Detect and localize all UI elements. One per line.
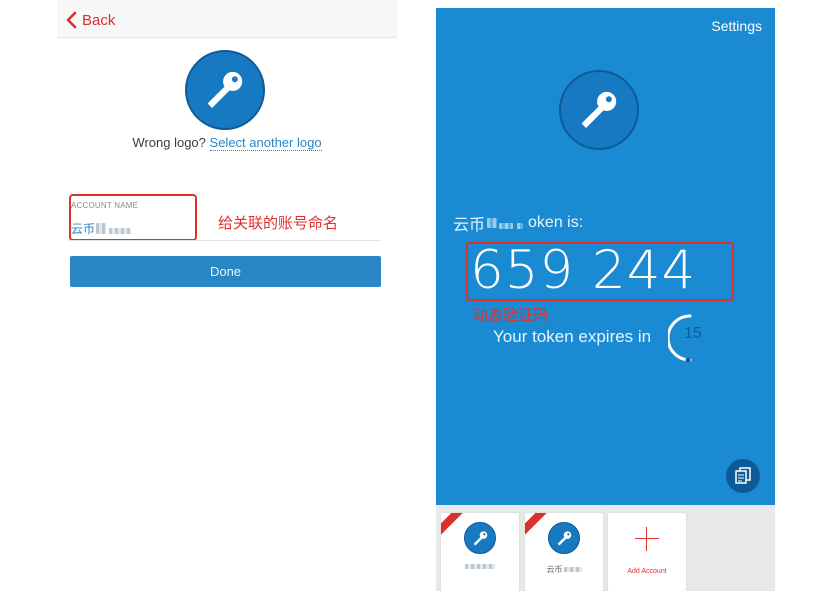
add-account-label: Add Account bbox=[627, 568, 667, 575]
account-card[interactable] bbox=[441, 513, 519, 591]
redacted-text bbox=[563, 567, 582, 572]
redacted-text bbox=[109, 227, 132, 234]
account-card-name: 云币 bbox=[525, 564, 603, 575]
account-logo bbox=[559, 70, 639, 150]
name-account-annotation: 给关联的账号命名 bbox=[218, 215, 339, 232]
account-name-input[interactable]: 云币 bbox=[71, 220, 132, 237]
account-name-label: ACCOUNT NAME bbox=[71, 201, 139, 210]
new-badge bbox=[525, 513, 548, 538]
copy-button[interactable] bbox=[726, 459, 760, 493]
account-card-name bbox=[441, 564, 519, 569]
dynamic-code-annotation: 动态验证码 bbox=[473, 307, 549, 324]
account-setup-screen: Back Wrong logo? Select another logo ACC… bbox=[57, 0, 397, 591]
chevron-left-icon bbox=[66, 11, 77, 29]
settings-button[interactable]: Settings bbox=[711, 18, 762, 34]
account-name-underline bbox=[69, 240, 381, 241]
add-account-card[interactable]: Add Account bbox=[608, 513, 686, 591]
account-name-value: 云币 bbox=[71, 222, 96, 236]
key-icon bbox=[557, 531, 571, 546]
token-expires-text: Your token expires in bbox=[493, 327, 652, 346]
accounts-tray: 云币 Add Account bbox=[436, 505, 775, 591]
account-card[interactable]: 云币 bbox=[525, 513, 603, 591]
copy-icon bbox=[735, 467, 751, 484]
navigation-bar: Back bbox=[57, 0, 397, 38]
countdown-value: 15 bbox=[684, 325, 702, 342]
wrong-logo-prompt: Wrong logo? Select another logo bbox=[57, 135, 397, 151]
token-label-suffix: oken is: bbox=[528, 214, 584, 231]
done-button[interactable]: Done bbox=[70, 256, 381, 287]
back-button[interactable]: Back bbox=[65, 9, 115, 31]
wrong-logo-text: Wrong logo? bbox=[132, 135, 206, 150]
token-label-prefix: 云币 bbox=[453, 217, 486, 234]
redacted-text bbox=[499, 222, 514, 229]
plus-icon bbox=[635, 527, 659, 551]
redacted-text bbox=[465, 564, 495, 569]
select-logo-link[interactable]: Select another logo bbox=[209, 135, 322, 151]
redacted-text bbox=[96, 223, 107, 234]
account-logo[interactable] bbox=[185, 50, 265, 130]
key-icon bbox=[208, 72, 243, 109]
back-label: Back bbox=[82, 11, 116, 29]
account-logo bbox=[464, 522, 496, 554]
key-icon bbox=[582, 92, 617, 129]
new-badge bbox=[441, 513, 464, 538]
key-icon bbox=[473, 531, 487, 546]
redacted-text bbox=[487, 218, 498, 228]
account-logo bbox=[548, 522, 580, 554]
redacted-text bbox=[517, 222, 524, 229]
token-label: 云币 oken is: bbox=[453, 211, 583, 235]
token-screen: Settings 云币 oken is: 659 244 动态验证码 Your … bbox=[436, 8, 775, 591]
token-code[interactable]: 659 244 bbox=[470, 239, 732, 303]
